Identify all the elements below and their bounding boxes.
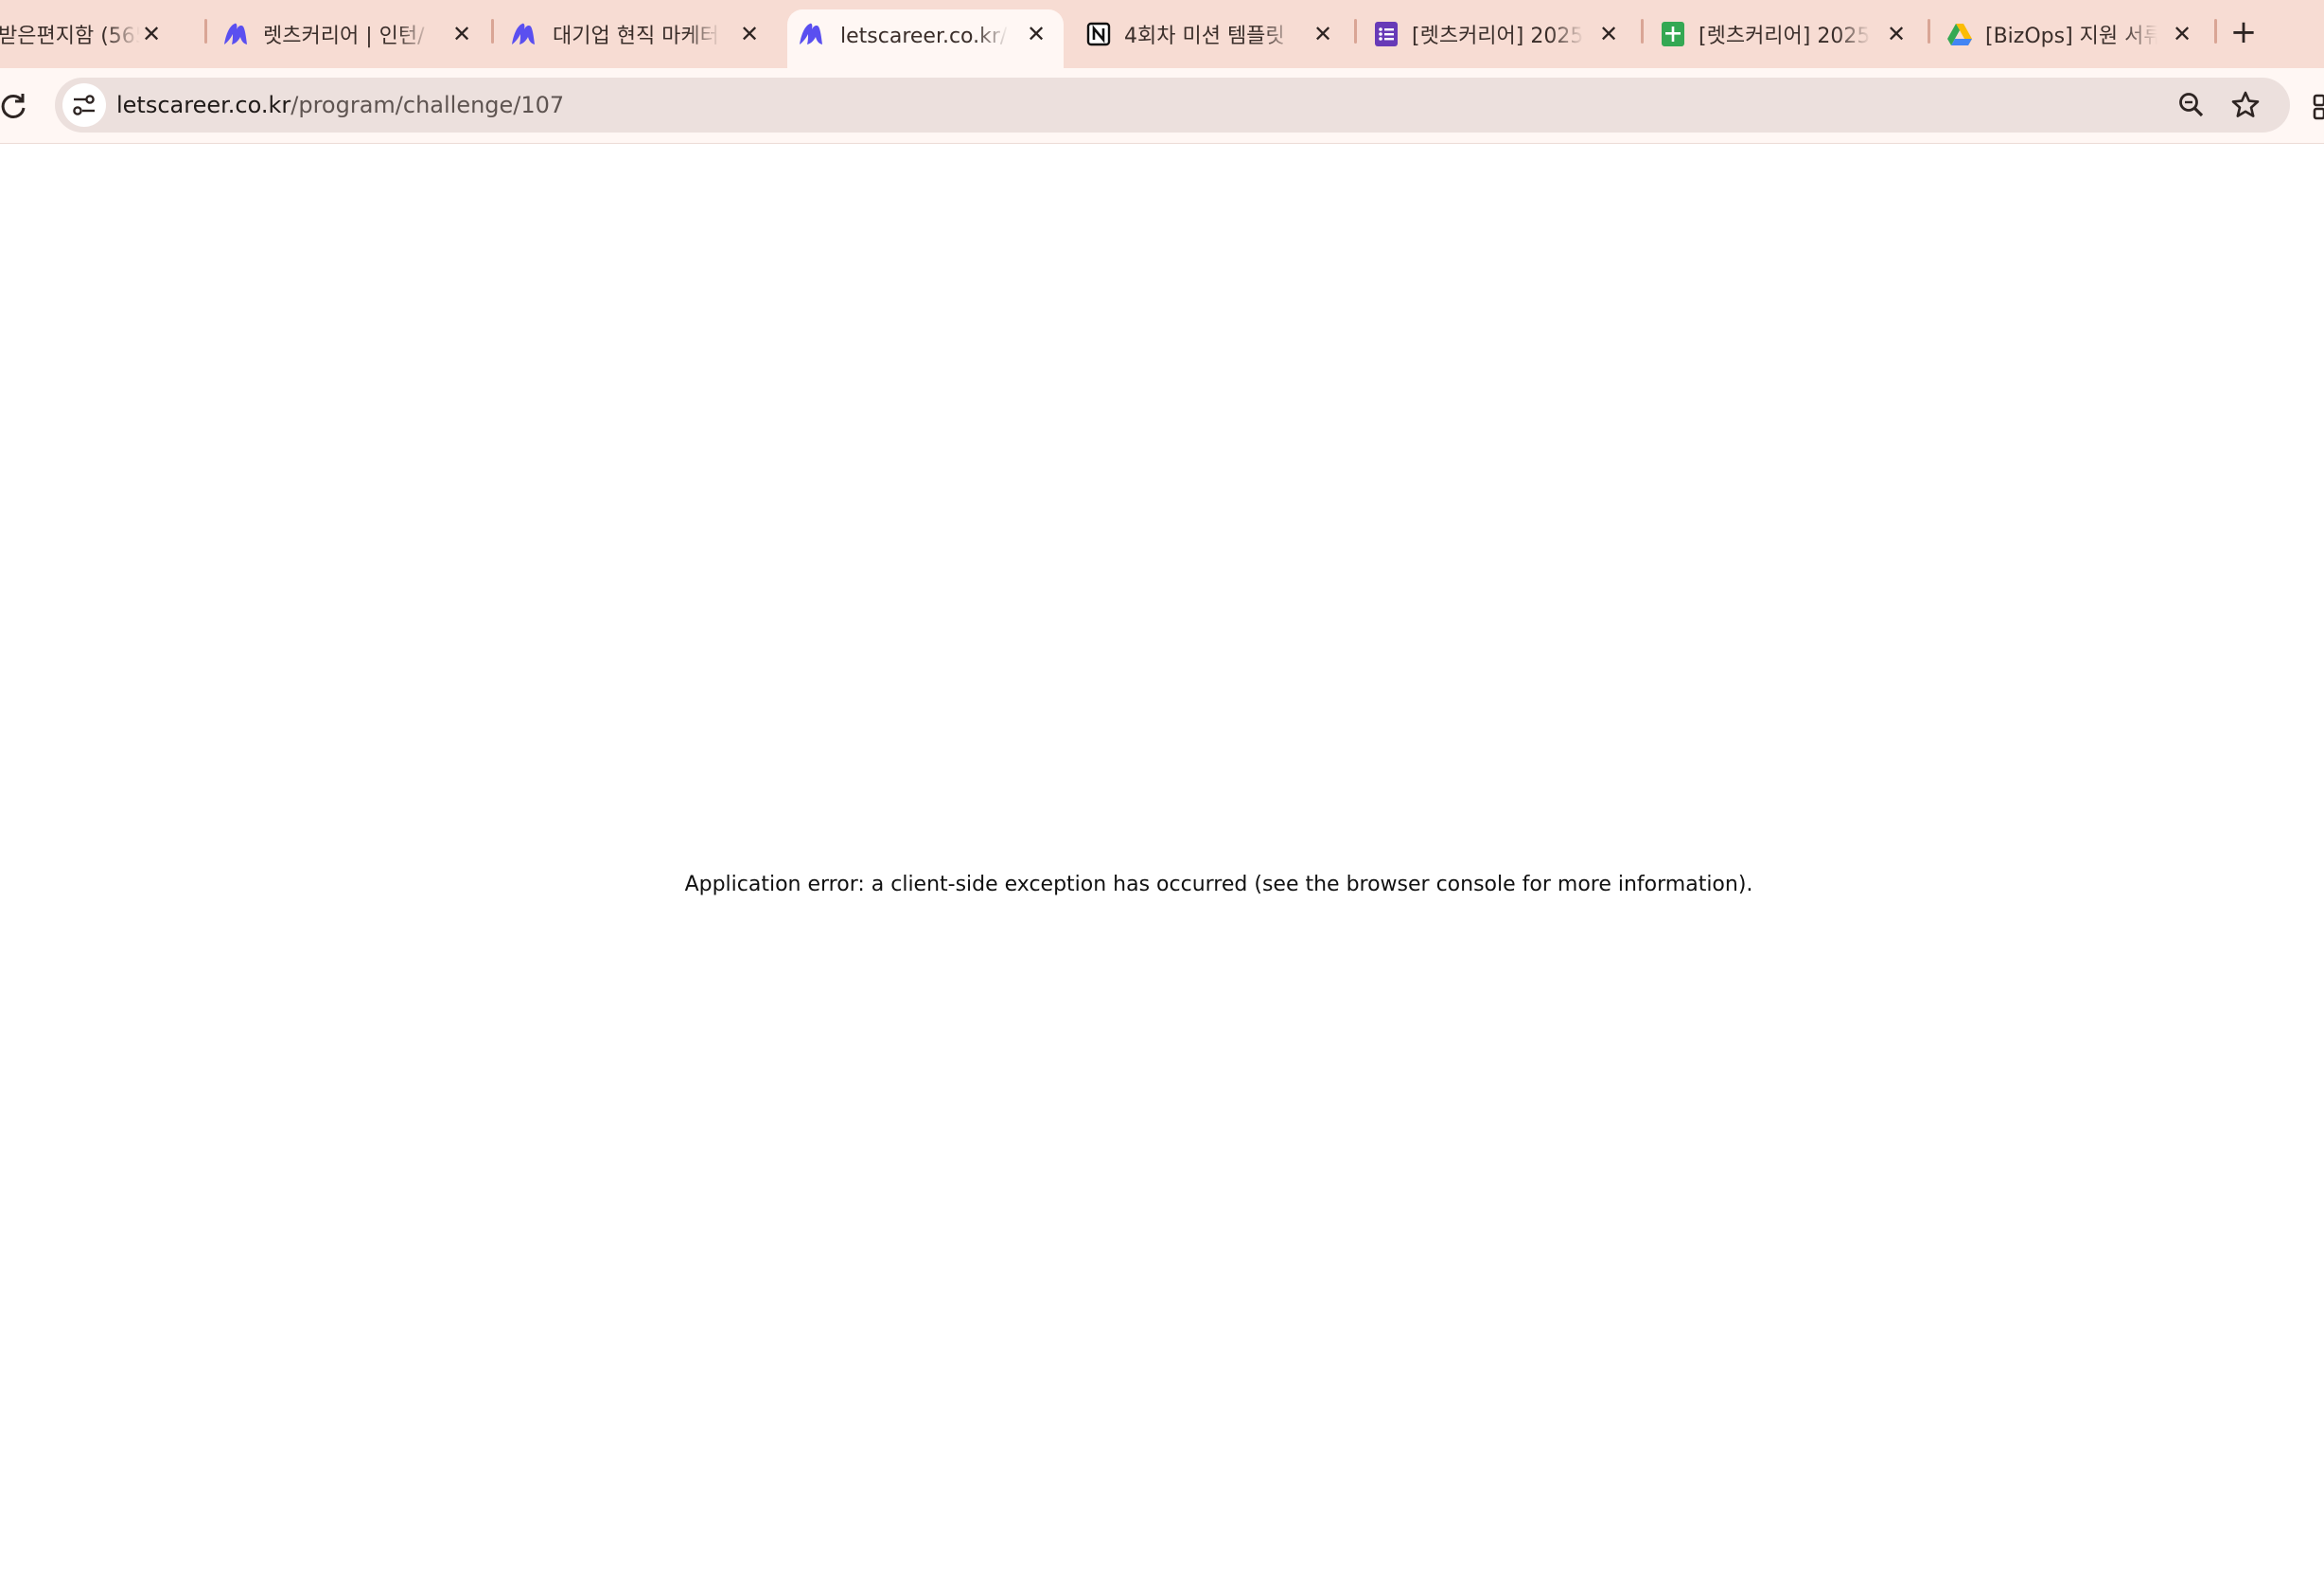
tab-title: 4회차 미션 템플릿 xyxy=(1124,21,1296,53)
tab-letscareer-program-active[interactable]: letscareer.co.kr/program ✕ xyxy=(787,9,1064,68)
tab-separator xyxy=(1641,19,1644,44)
address-bar[interactable]: letscareer.co.kr/program/challenge/107 xyxy=(55,78,2290,133)
url-host: letscareer.co.kr xyxy=(116,92,291,118)
tab-google-sheets[interactable]: [렛츠커리어] 2025 ✕ xyxy=(1649,9,1933,68)
letscareer-icon xyxy=(221,20,250,48)
tab-close-icon[interactable]: ✕ xyxy=(1307,18,1339,50)
new-tab-button[interactable]: + xyxy=(2225,13,2262,51)
extensions-icon[interactable] xyxy=(2313,93,2324,121)
tab-google-drive[interactable]: [BizOps] 지원 서류 ✕ xyxy=(1936,9,2220,68)
tab-title: [렛츠커리어] 2025 xyxy=(1699,21,1871,53)
tab-separator xyxy=(1928,19,1930,44)
zoom-icon[interactable] xyxy=(2174,88,2209,122)
google-sheets-icon xyxy=(1659,20,1687,48)
letscareer-icon xyxy=(509,20,537,48)
tab-close-icon[interactable]: ✕ xyxy=(1593,18,1625,50)
tab-letscareer-intern[interactable]: 렛츠커리어 | 인턴/ ✕ xyxy=(212,9,496,68)
page-content: Application error: a client-side excepti… xyxy=(0,144,2324,1575)
tab-title: 대기업 현직 마케터 xyxy=(553,21,721,53)
tab-notion-mission-template[interactable]: 4회차 미션 템플릿 ✕ xyxy=(1075,9,1359,68)
tab-title: 받은편지함 (565) - xyxy=(0,21,140,53)
tab-title: 렛츠커리어 | 인턴/ xyxy=(263,21,431,53)
google-forms-icon xyxy=(1372,20,1400,48)
tab-close-icon[interactable]: ✕ xyxy=(733,18,766,50)
tab-google-forms[interactable]: [렛츠커리어] 2025 ✕ xyxy=(1363,9,1646,68)
url-path: /program/challenge/107 xyxy=(290,92,565,118)
tab-close-icon[interactable]: ✕ xyxy=(2166,18,2198,50)
tab-title: [BizOps] 지원 서류 xyxy=(1985,21,2157,53)
browser-window: 받은편지함 (565) - ✕ 렛츠커리어 | 인턴/ ✕ 대기업 현직 마케터… xyxy=(0,0,2324,1575)
tab-letscareer-marketer[interactable]: 대기업 현직 마케터 ✕ xyxy=(500,9,783,68)
reload-icon[interactable] xyxy=(0,87,32,125)
url-text[interactable]: letscareer.co.kr/program/challenge/107 xyxy=(116,89,564,121)
tab-separator xyxy=(2214,19,2217,44)
tab-gmail[interactable]: 받은편지함 (565) - ✕ xyxy=(0,9,199,68)
browser-toolbar: letscareer.co.kr/program/challenge/107 xyxy=(0,68,2324,144)
tab-close-icon[interactable]: ✕ xyxy=(135,18,167,50)
notion-icon xyxy=(1084,20,1113,48)
tab-title: letscareer.co.kr/program xyxy=(840,21,1009,53)
tab-separator xyxy=(1354,19,1357,44)
tab-close-icon[interactable]: ✕ xyxy=(1880,18,1912,50)
application-error-message: Application error: a client-side excepti… xyxy=(684,873,1753,896)
tab-separator xyxy=(204,19,207,44)
tab-close-icon[interactable]: ✕ xyxy=(446,18,478,50)
letscareer-icon xyxy=(797,20,825,48)
bookmark-star-icon[interactable] xyxy=(2228,88,2262,122)
tab-separator xyxy=(491,19,494,44)
tab-strip: 받은편지함 (565) - ✕ 렛츠커리어 | 인턴/ ✕ 대기업 현직 마케터… xyxy=(0,0,2324,68)
tab-title: [렛츠커리어] 2025 xyxy=(1412,21,1584,53)
google-drive-icon xyxy=(1945,20,1974,48)
tab-close-icon[interactable]: ✕ xyxy=(1020,18,1052,50)
site-settings-icon[interactable] xyxy=(62,83,106,127)
